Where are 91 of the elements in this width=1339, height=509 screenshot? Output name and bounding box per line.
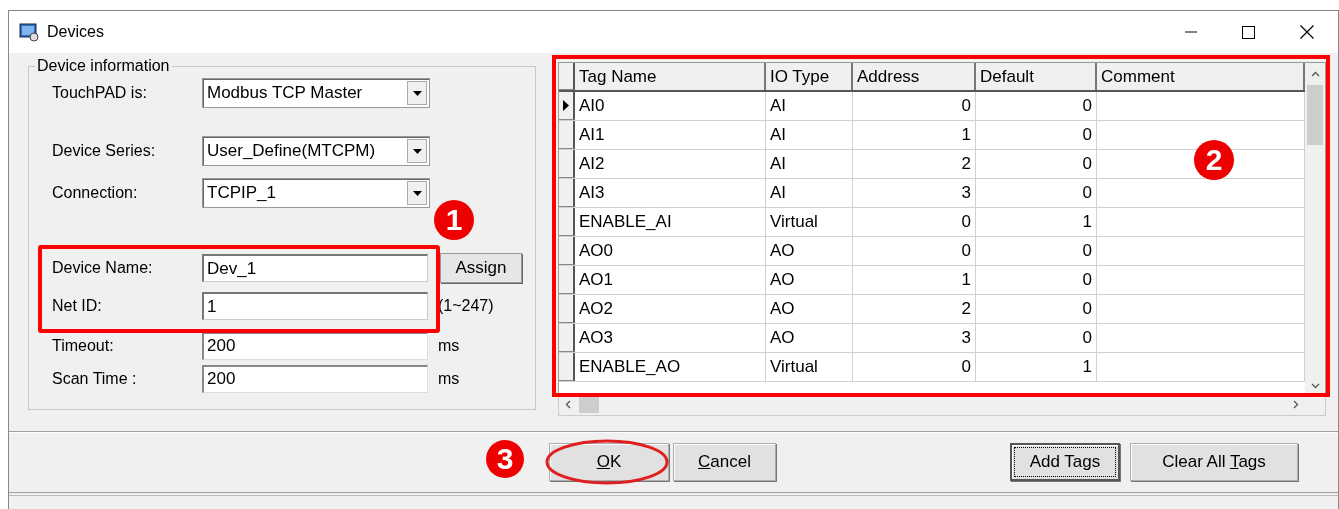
row-header[interactable] [559, 179, 575, 207]
table-cell: 3 [853, 324, 976, 352]
table-cell: 1 [976, 208, 1097, 236]
table-cell: AI1 [575, 121, 766, 149]
table-cell: 0 [976, 295, 1097, 323]
scroll-right-icon[interactable] [1293, 399, 1299, 409]
input-field[interactable]: Dev_1 [202, 254, 428, 282]
input-field[interactable]: 1 [202, 292, 428, 320]
table-cell: AO [766, 324, 853, 352]
maximize-icon[interactable] [1242, 25, 1255, 39]
caret-icon [412, 148, 422, 154]
table-cell: 0 [853, 237, 976, 265]
dialog-button[interactable]: Add Tags [1010, 443, 1120, 481]
row-header[interactable] [559, 295, 575, 323]
field-label: TouchPAD is: [52, 84, 148, 102]
table-cell: 0 [976, 121, 1097, 149]
close-icon[interactable] [1300, 25, 1314, 39]
scroll-thumb[interactable] [1307, 85, 1323, 145]
dropdown-field[interactable]: User_Define(MTCPM) [202, 136, 430, 166]
table-cell: 0 [976, 266, 1097, 294]
unit-label: (1~247) [438, 297, 494, 315]
table-cell: 0 [976, 150, 1097, 178]
row-header[interactable] [559, 121, 575, 149]
row-header[interactable] [559, 324, 575, 352]
field-label: Device Name: [52, 259, 154, 277]
scroll-up-icon[interactable] [1310, 71, 1320, 77]
scroll-down-icon[interactable] [1310, 383, 1320, 389]
table-cell: 0 [976, 92, 1097, 120]
table-cell: 0 [853, 353, 976, 381]
field-label: Scan Time : [52, 369, 138, 388]
table-cell: AI [766, 150, 853, 178]
table-cell: AO [766, 266, 853, 294]
dialog-button[interactable]: Clear All Tags [1130, 443, 1298, 481]
table-cell: 0 [976, 179, 1097, 207]
caret-icon [412, 190, 422, 196]
table-cell: AO0 [575, 237, 766, 265]
table-cell: 1 [853, 266, 976, 294]
row-header[interactable] [559, 266, 575, 294]
vertical-scrollbar[interactable] [1305, 63, 1325, 393]
window-title: Devices [47, 23, 104, 41]
table-cell: AI0 [575, 92, 766, 120]
dropdown-field[interactable]: TCPIP_1 [202, 178, 430, 208]
table-cell: 0 [976, 324, 1097, 352]
caret-icon [412, 90, 422, 96]
table-cell: 2 [853, 295, 976, 323]
table-cell: ENABLE_AO [575, 353, 766, 381]
assign-button[interactable]: Assign [440, 253, 522, 283]
input-field[interactable]: 200 [202, 331, 428, 360]
field-label: Timeout: [52, 336, 115, 355]
table-cell: 3 [853, 179, 976, 207]
column-header[interactable]: Tag Name [575, 63, 766, 90]
table-cell: 1 [976, 353, 1097, 381]
field-label: Connection: [52, 184, 139, 202]
table-cell: Virtual [766, 208, 853, 236]
table-cell: AI [766, 92, 853, 120]
unit-label: ms [438, 369, 460, 388]
table-cell: AO2 [575, 295, 766, 323]
step-badge: 3 [486, 440, 524, 478]
step-badge: 1 [434, 200, 474, 240]
row-header[interactable] [559, 92, 575, 120]
table-cell: 1 [853, 121, 976, 149]
scroll-left-icon[interactable] [565, 399, 571, 409]
input-field[interactable]: 200 [202, 364, 428, 393]
row-header[interactable] [559, 150, 575, 178]
table-cell: AI [766, 179, 853, 207]
monitor-gear-icon [19, 22, 39, 42]
table-cell: 2 [853, 150, 976, 178]
row-header[interactable] [559, 353, 575, 381]
table-cell: Virtual [766, 353, 853, 381]
field-label: Device Series: [52, 142, 157, 160]
table-cell: AI [766, 121, 853, 149]
table-cell: AO1 [575, 266, 766, 294]
table-cell: 0 [976, 237, 1097, 265]
table-cell: ENABLE_AI [575, 208, 766, 236]
column-header[interactable]: Default [976, 63, 1097, 90]
column-header[interactable]: IO Type [766, 63, 853, 90]
row-header[interactable] [559, 237, 575, 265]
table-cell: AI3 [575, 179, 766, 207]
table-cell: 0 [853, 208, 976, 236]
current-row-icon [563, 100, 569, 111]
table-cell: 0 [853, 92, 976, 120]
row-header[interactable] [559, 208, 575, 236]
dropdown-field[interactable]: Modbus TCP Master [202, 78, 430, 108]
field-label: Net ID: [52, 297, 103, 315]
unit-label: ms [438, 336, 460, 355]
table-cell: AI2 [575, 150, 766, 178]
table-cell: AO [766, 237, 853, 265]
dialog-button[interactable]: Cancel [673, 443, 776, 481]
table-cell: AO [766, 295, 853, 323]
table-cell: AO3 [575, 324, 766, 352]
column-header[interactable]: Address [853, 63, 976, 90]
